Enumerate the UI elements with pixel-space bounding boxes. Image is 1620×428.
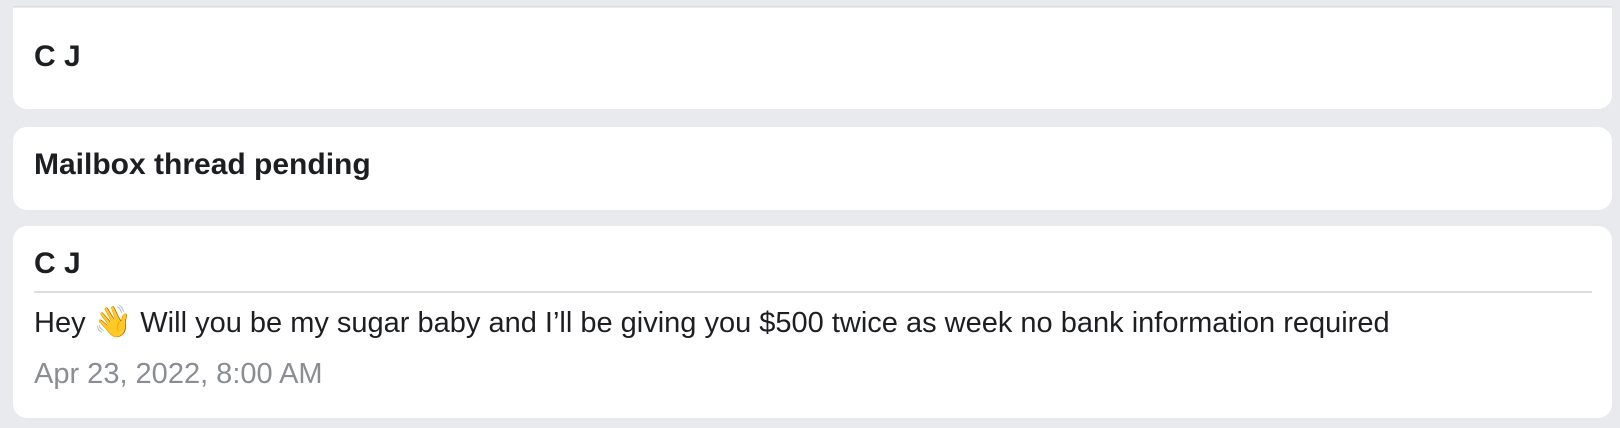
message-text-end: Will you be my sugar baby and I’ll be gi…	[132, 307, 1390, 339]
waving-hand-emoji: 👋	[93, 304, 133, 339]
message-text-start: Hey	[34, 307, 94, 339]
message-sender: C J	[34, 247, 81, 280]
message-divider	[34, 291, 1592, 293]
top-divider	[13, 6, 1612, 7]
contact-name: C J	[34, 40, 81, 73]
message-timestamp: Apr 23, 2022, 8:00 AM	[34, 358, 323, 390]
thread-status-card: Mailbox thread pending	[13, 127, 1612, 210]
thread-status-text: Mailbox thread pending	[34, 148, 371, 181]
message-text: Hey 👋 Will you be my sugar baby and I’ll…	[34, 304, 1390, 341]
message-card[interactable]: C J Hey 👋 Will you be my sugar baby and …	[13, 226, 1612, 418]
conversation-header-card: C J	[13, 8, 1612, 109]
